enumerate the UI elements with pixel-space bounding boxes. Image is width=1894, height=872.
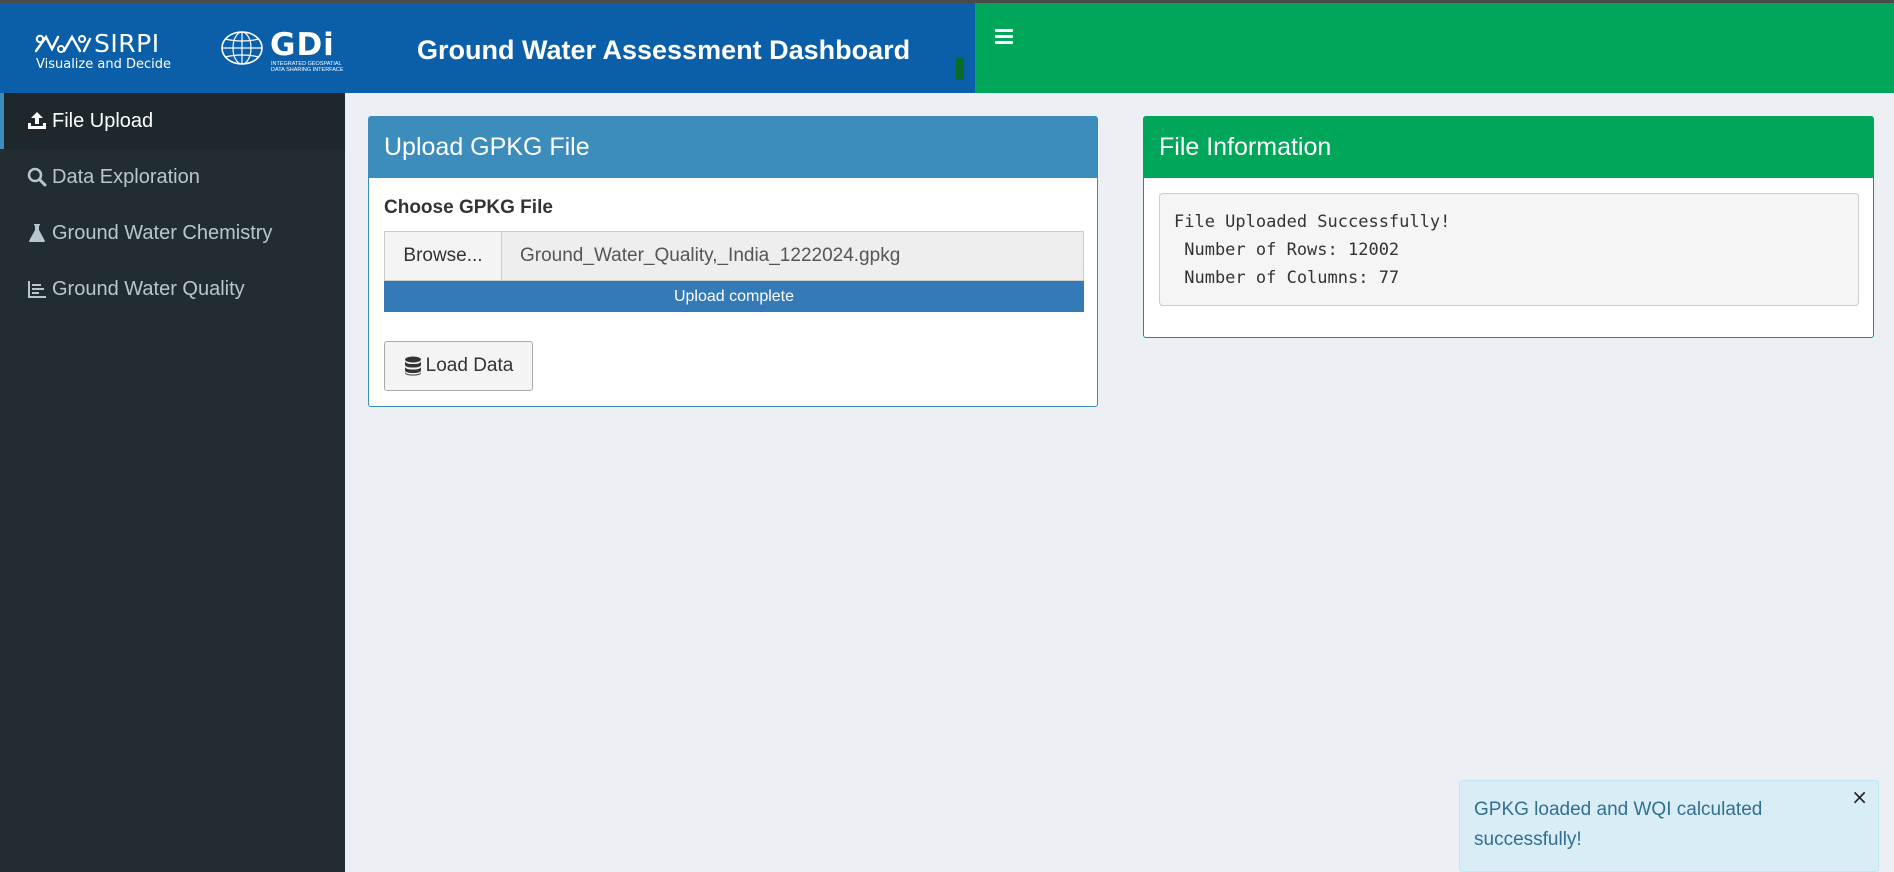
load-data-button[interactable]: Load Data [384, 341, 533, 391]
page-title: Ground Water Assessment Dashboard [417, 35, 911, 65]
top-header: SIRPI Visualize and Decide GDi INTEGRATE… [0, 0, 1894, 93]
gdi-logo: GDi INTEGRATED GEOSPATIAL DATA SHARING I… [220, 27, 350, 75]
sidebar-item-label: Ground Water Quality [52, 277, 245, 300]
notification-message: GPKG loaded and WQI calculated successfu… [1474, 799, 1763, 850]
browse-button[interactable]: Browse... [385, 232, 502, 280]
sidebar-item-ground-water-chemistry[interactable]: Ground Water Chemistry [0, 205, 345, 261]
top-navbar [975, 3, 1894, 93]
file-information-panel: File Information File Uploaded Successfu… [1143, 116, 1874, 338]
upload-icon [26, 110, 48, 132]
info-line-status: File Uploaded Successfully! [1174, 212, 1451, 232]
chart-icon [26, 278, 48, 300]
close-icon[interactable]: × [1851, 787, 1868, 807]
gdi-subtext: INTEGRATED GEOSPATIAL DATA SHARING INTER… [271, 61, 344, 73]
sirpi-tagline: Visualize and Decide [36, 57, 171, 72]
sidebar-item-file-upload[interactable]: File Upload [0, 93, 345, 149]
brand-area: SIRPI Visualize and Decide GDi INTEGRATE… [0, 3, 975, 93]
flask-icon [26, 222, 48, 244]
sidebar-item-label: Data Exploration [52, 165, 200, 188]
database-icon [404, 356, 421, 376]
globe-icon [221, 31, 263, 65]
sirpi-wave-icon [34, 34, 92, 53]
info-line-rows: Number of Rows: 12002 [1174, 240, 1400, 260]
file-field-label: Choose GPKG File [384, 197, 553, 218]
file-input-group: Browse... Ground_Water_Quality,_India_12… [384, 231, 1084, 281]
upload-panel-title: Upload GPKG File [369, 117, 1097, 178]
load-data-label: Load Data [425, 355, 514, 376]
sirpi-logo: SIRPI Visualize and Decide [34, 29, 171, 75]
sidebar-item-label: Ground Water Chemistry [52, 221, 273, 244]
sidebar-item-data-exploration[interactable]: Data Exploration [0, 149, 345, 205]
info-line-columns: Number of Columns: 77 [1174, 268, 1400, 288]
upload-progress: Upload complete [384, 281, 1084, 312]
file-info-output: File Uploaded Successfully! Number of Ro… [1159, 193, 1859, 306]
gdi-logo-text: GDi [270, 27, 335, 63]
sirpi-logo-text: SIRPI [94, 29, 160, 58]
sidebar: File Upload Data Exploration Ground Wate… [0, 93, 345, 872]
upload-progress-bar: Upload complete [384, 281, 1084, 312]
search-icon [26, 166, 48, 188]
upload-gpkg-panel: Upload GPKG File Choose GPKG File Browse… [368, 116, 1098, 407]
gdi-subtext-line2: DATA SHARING INTERFACE [271, 67, 344, 73]
busy-indicator [956, 57, 964, 80]
sidebar-item-label: File Upload [52, 109, 154, 132]
notification-toast: GPKG loaded and WQI calculated successfu… [1459, 780, 1879, 872]
file-name-field[interactable]: Ground_Water_Quality,_India_1222024.gpkg [502, 232, 1083, 280]
info-panel-title: File Information [1144, 117, 1873, 178]
sidebar-item-ground-water-quality[interactable]: Ground Water Quality [0, 261, 345, 317]
menu-toggle-icon[interactable] [995, 29, 1013, 45]
